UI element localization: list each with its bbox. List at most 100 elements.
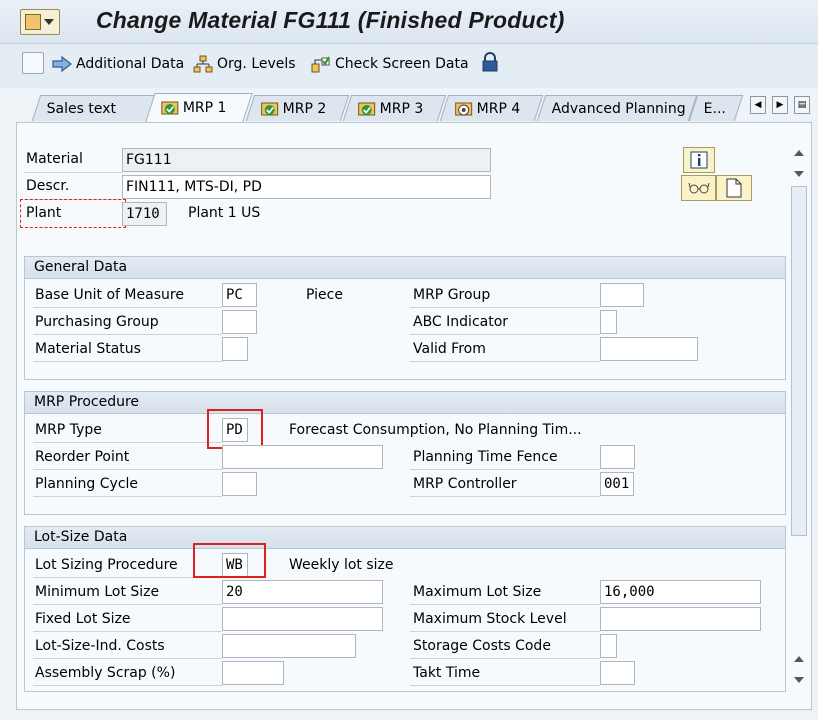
tab-advanced-planning[interactable]: Advanced Planning: [536, 95, 698, 121]
purchasing-group-field[interactable]: [222, 310, 257, 334]
check-screen-data-icon: [311, 56, 330, 73]
org-levels-button[interactable]: Org. Levels: [193, 54, 296, 74]
scroll-down-icon[interactable]: [792, 675, 806, 685]
check-ok-icon: [161, 101, 179, 115]
lock-icon[interactable]: [481, 52, 499, 72]
tab-label: MRP 1: [182, 100, 227, 116]
fixed-lot-size-label: Fixed Lot Size: [35, 611, 131, 627]
purchasing-group-label: Purchasing Group: [35, 314, 159, 330]
plant-description: Plant 1 US: [188, 205, 261, 221]
fixed-lot-size-field[interactable]: [222, 607, 383, 631]
assembly-scrap-field[interactable]: [222, 661, 284, 685]
additional-data-label: Additional Data: [76, 56, 185, 72]
org-levels-icon: [193, 55, 213, 73]
storage-costs-code-label: Storage Costs Code: [413, 638, 551, 654]
takt-time-field[interactable]: [600, 661, 635, 685]
mrp-type-label: MRP Type: [35, 422, 102, 438]
mrp-controller-field[interactable]: 001: [600, 472, 634, 496]
lot-size-title: Lot-Size Data: [25, 527, 785, 549]
glasses-button[interactable]: [681, 175, 716, 201]
tab-next-button[interactable]: ▶: [772, 96, 788, 114]
minimum-lot-size-label: Minimum Lot Size: [35, 584, 160, 600]
lot-sizing-procedure-label: Lot Sizing Procedure: [35, 557, 178, 573]
tab-label: MRP 4: [476, 100, 521, 117]
glasses-icon: [688, 182, 709, 194]
maximum-lot-size-label: Maximum Lot Size: [413, 584, 542, 600]
scroll-up-icon[interactable]: [792, 654, 806, 664]
mrp-procedure-title: MRP Procedure: [25, 392, 785, 414]
tab-strip: Sales text MRP 1 MRP 2 MRP 3 MRP 4 Advan…: [0, 88, 818, 122]
tab-more[interactable]: E...: [688, 95, 744, 121]
reorder-point-field[interactable]: [222, 445, 383, 469]
lot-size-ind-costs-field[interactable]: [222, 634, 356, 658]
triangle-right-icon: ▶: [776, 100, 784, 110]
vertical-scrollbar[interactable]: [789, 140, 811, 690]
tab-list-button[interactable]: ▤: [794, 96, 810, 114]
additional-data-button[interactable]: Additional Data: [52, 54, 184, 74]
maximum-lot-size-field[interactable]: 16,000: [600, 580, 761, 604]
mrp-group-field[interactable]: [600, 283, 644, 307]
planning-cycle-field[interactable]: [222, 472, 257, 496]
org-levels-label: Org. Levels: [217, 56, 296, 72]
mrp-type-text: Forecast Consumption, No Planning Tim...: [289, 422, 582, 438]
general-data-title: General Data: [25, 257, 785, 279]
info-icon: [690, 151, 708, 169]
tab-prev-button[interactable]: ◀: [750, 96, 766, 114]
info-button[interactable]: [683, 147, 715, 173]
tab-label: Sales text: [46, 100, 117, 117]
tab-mrp-2[interactable]: MRP 2: [245, 95, 350, 121]
tab-mrp-4[interactable]: MRP 4: [439, 95, 544, 121]
base-uom-field[interactable]: PC: [222, 283, 257, 307]
document-button[interactable]: [716, 175, 752, 201]
material-status-field[interactable]: [222, 337, 248, 361]
scroll-down-icon[interactable]: [792, 169, 806, 179]
planning-time-fence-field[interactable]: [600, 445, 635, 469]
valid-from-field[interactable]: [600, 337, 698, 361]
select-checkbox[interactable]: [22, 52, 44, 74]
check-ok-icon: [358, 102, 376, 115]
abc-indicator-field[interactable]: [600, 310, 617, 334]
mrp-controller-label: MRP Controller: [413, 476, 517, 492]
system-menu-icon[interactable]: [20, 9, 60, 35]
plant-highlight: [20, 199, 126, 228]
planning-cycle-label: Planning Cycle: [35, 476, 139, 492]
planning-time-fence-label: Planning Time Fence: [413, 449, 558, 465]
maximum-stock-level-label: Maximum Stock Level: [413, 611, 567, 627]
arrow-right-icon: [52, 56, 72, 72]
material-label: Material: [26, 151, 83, 167]
material-status-label: Material Status: [35, 341, 141, 357]
reorder-point-label: Reorder Point: [35, 449, 130, 465]
lot-size-ind-costs-label: Lot-Size-Ind. Costs: [35, 638, 165, 654]
descr-label: Descr.: [26, 178, 70, 194]
scroll-thumb[interactable]: [791, 186, 807, 536]
material-field: FG111: [122, 148, 491, 172]
base-uom-text: Piece: [306, 287, 343, 303]
lot-sizing-highlight: [193, 543, 266, 578]
valid-from-label: Valid From: [413, 341, 486, 357]
tab-label: MRP 2: [282, 100, 327, 117]
document-icon: [726, 178, 742, 198]
tab-list-icon: ▤: [797, 100, 807, 110]
tab-label: E...: [703, 100, 727, 117]
title-bar: Change Material FG111 (Finished Product): [0, 0, 818, 44]
plant-field: 1710: [122, 202, 167, 226]
maximum-stock-level-field[interactable]: [600, 607, 761, 631]
triangle-left-icon: ◀: [754, 100, 762, 110]
mrp-group-label: MRP Group: [413, 287, 491, 303]
abc-indicator-label: ABC Indicator: [413, 314, 509, 330]
tab-sales-text[interactable]: Sales text: [31, 95, 159, 121]
tab-label: MRP 3: [379, 100, 424, 117]
check-ok-icon: [261, 102, 279, 115]
storage-costs-code-field[interactable]: [600, 634, 617, 658]
description-field[interactable]: FIN111, MTS-DI, PD: [122, 175, 491, 199]
lot-sizing-procedure-text: Weekly lot size: [289, 557, 394, 573]
minimum-lot-size-field[interactable]: 20: [222, 580, 383, 604]
base-uom-label: Base Unit of Measure: [35, 287, 184, 303]
check-screen-data-button[interactable]: Check Screen Data: [311, 54, 469, 74]
tab-mrp-1[interactable]: MRP 1: [145, 93, 253, 122]
tab-mrp-3[interactable]: MRP 3: [342, 95, 447, 121]
target-icon: [455, 102, 473, 115]
tab-label: Advanced Planning: [551, 100, 686, 117]
takt-time-label: Takt Time: [413, 665, 481, 681]
scroll-up-icon[interactable]: [792, 148, 806, 158]
